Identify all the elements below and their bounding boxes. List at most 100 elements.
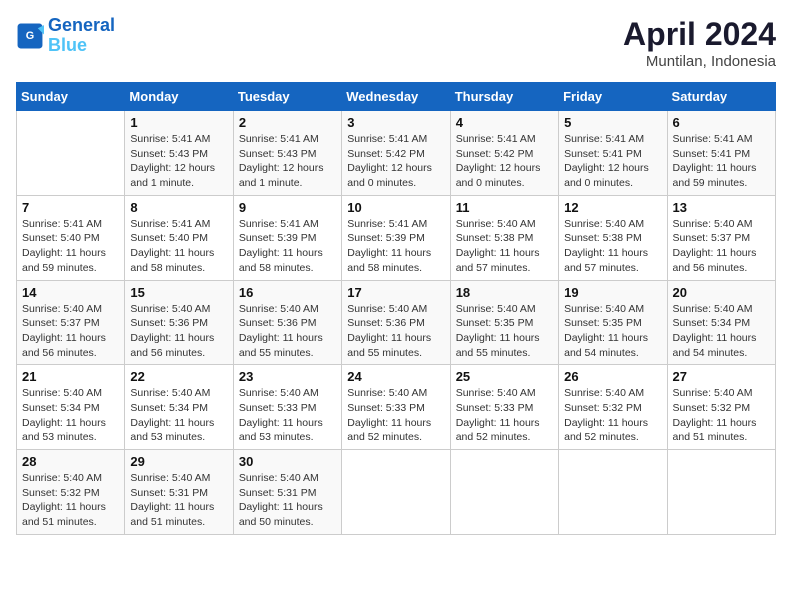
svg-text:G: G	[26, 30, 34, 42]
weekday-header-saturday: Saturday	[667, 83, 775, 111]
calendar-cell: 26 Sunrise: 5:40 AM Sunset: 5:32 PM Dayli…	[559, 365, 667, 450]
calendar-cell: 29 Sunrise: 5:40 AM Sunset: 5:31 PM Dayli…	[125, 450, 233, 535]
day-info: Sunrise: 5:41 AM Sunset: 5:39 PM Dayligh…	[239, 217, 336, 276]
day-number: 28	[22, 454, 119, 469]
day-number: 29	[130, 454, 227, 469]
calendar-cell	[342, 450, 450, 535]
day-info: Sunrise: 5:40 AM Sunset: 5:35 PM Dayligh…	[456, 302, 553, 361]
day-info: Sunrise: 5:41 AM Sunset: 5:41 PM Dayligh…	[564, 132, 661, 191]
location: Muntilan, Indonesia	[623, 53, 776, 70]
day-info: Sunrise: 5:40 AM Sunset: 5:34 PM Dayligh…	[22, 386, 119, 445]
day-info: Sunrise: 5:41 AM Sunset: 5:41 PM Dayligh…	[673, 132, 770, 191]
weekday-header-wednesday: Wednesday	[342, 83, 450, 111]
calendar-cell: 21 Sunrise: 5:40 AM Sunset: 5:34 PM Dayli…	[17, 365, 125, 450]
calendar-cell: 14Sunrise: 5:40 AM Sunset: 5:37 PM Dayli…	[17, 280, 125, 365]
day-number: 5	[564, 115, 661, 130]
calendar-cell: 16Sunrise: 5:40 AM Sunset: 5:36 PM Dayli…	[233, 280, 341, 365]
title-block: April 2024 Muntilan, Indonesia	[623, 16, 776, 70]
calendar-cell	[450, 450, 558, 535]
day-number: 23	[239, 369, 336, 384]
day-info: Sunrise: 5:40 AM Sunset: 5:36 PM Dayligh…	[347, 302, 444, 361]
day-info: Sunrise: 5:40 AM Sunset: 5:33 PM Dayligh…	[347, 386, 444, 445]
day-number: 17	[347, 285, 444, 300]
calendar-cell: 23Sunrise: 5:40 AM Sunset: 5:33 PM Dayli…	[233, 365, 341, 450]
day-number: 11	[456, 200, 553, 215]
calendar-cell: 11 Sunrise: 5:40 AM Sunset: 5:38 PM Dayli…	[450, 195, 558, 280]
day-info: Sunrise: 5:40 AM Sunset: 5:35 PM Dayligh…	[564, 302, 661, 361]
logo: G General Blue	[16, 16, 115, 56]
day-number: 18	[456, 285, 553, 300]
calendar-cell: 24 Sunrise: 5:40 AM Sunset: 5:33 PM Dayli…	[342, 365, 450, 450]
logo-icon: G	[16, 22, 44, 50]
calendar-cell: 9 Sunrise: 5:41 AM Sunset: 5:39 PM Daylig…	[233, 195, 341, 280]
day-number: 12	[564, 200, 661, 215]
calendar-cell: 19 Sunrise: 5:40 AM Sunset: 5:35 PM Dayli…	[559, 280, 667, 365]
calendar-cell: 17 Sunrise: 5:40 AM Sunset: 5:36 PM Dayli…	[342, 280, 450, 365]
day-info: Sunrise: 5:41 AM Sunset: 5:43 PM Dayligh…	[239, 132, 336, 191]
calendar-cell: 28 Sunrise: 5:40 AM Sunset: 5:32 PM Dayli…	[17, 450, 125, 535]
day-number: 13	[673, 200, 770, 215]
day-number: 6	[673, 115, 770, 130]
weekday-header-tuesday: Tuesday	[233, 83, 341, 111]
calendar-cell: 1Sunrise: 5:41 AM Sunset: 5:43 PM Daylig…	[125, 111, 233, 196]
calendar-cell: 5 Sunrise: 5:41 AM Sunset: 5:41 PM Daylig…	[559, 111, 667, 196]
calendar-cell	[17, 111, 125, 196]
calendar-cell: 7 Sunrise: 5:41 AM Sunset: 5:40 PM Daylig…	[17, 195, 125, 280]
calendar-cell: 20Sunrise: 5:40 AM Sunset: 5:34 PM Dayli…	[667, 280, 775, 365]
calendar-cell: 13Sunrise: 5:40 AM Sunset: 5:37 PM Dayli…	[667, 195, 775, 280]
day-number: 19	[564, 285, 661, 300]
day-info: Sunrise: 5:41 AM Sunset: 5:42 PM Dayligh…	[347, 132, 444, 191]
calendar-cell: 30Sunrise: 5:40 AM Sunset: 5:31 PM Dayli…	[233, 450, 341, 535]
day-number: 21	[22, 369, 119, 384]
day-number: 26	[564, 369, 661, 384]
day-number: 27	[673, 369, 770, 384]
week-row-1: 1Sunrise: 5:41 AM Sunset: 5:43 PM Daylig…	[17, 111, 776, 196]
day-info: Sunrise: 5:40 AM Sunset: 5:32 PM Dayligh…	[22, 471, 119, 530]
day-number: 10	[347, 200, 444, 215]
day-info: Sunrise: 5:40 AM Sunset: 5:38 PM Dayligh…	[456, 217, 553, 276]
day-info: Sunrise: 5:40 AM Sunset: 5:36 PM Dayligh…	[130, 302, 227, 361]
weekday-header-row: SundayMondayTuesdayWednesdayThursdayFrid…	[17, 83, 776, 111]
page-header: G General Blue April 2024 Muntilan, Indo…	[16, 16, 776, 70]
day-number: 15	[130, 285, 227, 300]
month-title: April 2024	[623, 16, 776, 53]
day-info: Sunrise: 5:41 AM Sunset: 5:40 PM Dayligh…	[22, 217, 119, 276]
day-number: 24	[347, 369, 444, 384]
week-row-3: 14Sunrise: 5:40 AM Sunset: 5:37 PM Dayli…	[17, 280, 776, 365]
calendar-cell: 2Sunrise: 5:41 AM Sunset: 5:43 PM Daylig…	[233, 111, 341, 196]
day-info: Sunrise: 5:40 AM Sunset: 5:32 PM Dayligh…	[564, 386, 661, 445]
day-number: 4	[456, 115, 553, 130]
weekday-header-sunday: Sunday	[17, 83, 125, 111]
calendar-cell: 27 Sunrise: 5:40 AM Sunset: 5:32 PM Dayli…	[667, 365, 775, 450]
day-info: Sunrise: 5:40 AM Sunset: 5:34 PM Dayligh…	[130, 386, 227, 445]
day-number: 7	[22, 200, 119, 215]
day-number: 8	[130, 200, 227, 215]
week-row-4: 21 Sunrise: 5:40 AM Sunset: 5:34 PM Dayli…	[17, 365, 776, 450]
calendar-cell: 12 Sunrise: 5:40 AM Sunset: 5:38 PM Dayli…	[559, 195, 667, 280]
day-number: 25	[456, 369, 553, 384]
day-info: Sunrise: 5:41 AM Sunset: 5:42 PM Dayligh…	[456, 132, 553, 191]
calendar-cell: 18 Sunrise: 5:40 AM Sunset: 5:35 PM Dayli…	[450, 280, 558, 365]
day-info: Sunrise: 5:40 AM Sunset: 5:31 PM Dayligh…	[130, 471, 227, 530]
weekday-header-friday: Friday	[559, 83, 667, 111]
week-row-2: 7 Sunrise: 5:41 AM Sunset: 5:40 PM Daylig…	[17, 195, 776, 280]
day-number: 9	[239, 200, 336, 215]
weekday-header-thursday: Thursday	[450, 83, 558, 111]
day-info: Sunrise: 5:41 AM Sunset: 5:40 PM Dayligh…	[130, 217, 227, 276]
day-info: Sunrise: 5:41 AM Sunset: 5:43 PM Dayligh…	[130, 132, 227, 191]
day-info: Sunrise: 5:40 AM Sunset: 5:36 PM Dayligh…	[239, 302, 336, 361]
calendar-table: SundayMondayTuesdayWednesdayThursdayFrid…	[16, 82, 776, 535]
day-number: 14	[22, 285, 119, 300]
day-number: 22	[130, 369, 227, 384]
calendar-cell: 4 Sunrise: 5:41 AM Sunset: 5:42 PM Daylig…	[450, 111, 558, 196]
day-number: 30	[239, 454, 336, 469]
calendar-cell: 10 Sunrise: 5:41 AM Sunset: 5:39 PM Dayli…	[342, 195, 450, 280]
calendar-cell: 22 Sunrise: 5:40 AM Sunset: 5:34 PM Dayli…	[125, 365, 233, 450]
day-info: Sunrise: 5:41 AM Sunset: 5:39 PM Dayligh…	[347, 217, 444, 276]
logo-text: General Blue	[48, 16, 115, 56]
day-info: Sunrise: 5:40 AM Sunset: 5:33 PM Dayligh…	[456, 386, 553, 445]
day-info: Sunrise: 5:40 AM Sunset: 5:38 PM Dayligh…	[564, 217, 661, 276]
day-number: 3	[347, 115, 444, 130]
calendar-cell: 6 Sunrise: 5:41 AM Sunset: 5:41 PM Daylig…	[667, 111, 775, 196]
day-info: Sunrise: 5:40 AM Sunset: 5:32 PM Dayligh…	[673, 386, 770, 445]
